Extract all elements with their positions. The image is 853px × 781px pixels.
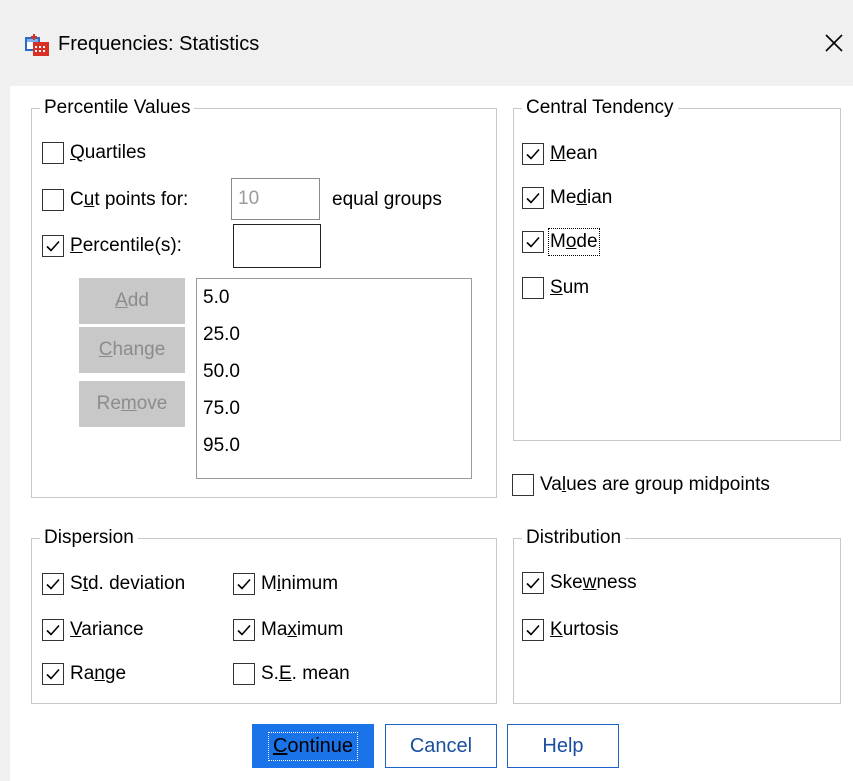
checkmark-icon [46, 240, 60, 252]
mean-checkbox[interactable] [522, 143, 544, 165]
group-midpoints-option[interactable]: Values are group midpoints [512, 473, 770, 497]
skewness-option[interactable]: Skewness [522, 571, 637, 595]
sum-label: Sum [550, 277, 590, 298]
percentiles-checkbox[interactable] [42, 235, 64, 257]
std-deviation-checkbox[interactable] [42, 573, 64, 595]
group-midpoints-checkbox[interactable] [512, 474, 534, 496]
cancel-button[interactable]: Cancel [385, 724, 497, 768]
maximum-option[interactable]: Maximum [233, 618, 343, 642]
kurtosis-option[interactable]: Kurtosis [522, 618, 619, 642]
mode-checkbox[interactable] [522, 231, 544, 253]
mode-option[interactable]: Mode [522, 228, 600, 256]
change-button[interactable]: Change [79, 327, 185, 373]
percentile-list[interactable]: 5.0 25.0 50.0 75.0 95.0 [196, 278, 472, 479]
group-midpoints-label: Values are group midpoints [540, 474, 770, 495]
maximum-checkbox[interactable] [233, 619, 255, 641]
minimum-checkbox[interactable] [233, 573, 255, 595]
std-deviation-option[interactable]: Std. deviation [42, 572, 185, 596]
se-mean-option[interactable]: S.E. mean [233, 662, 350, 686]
checkmark-icon [237, 578, 251, 590]
dialog-title: Frequencies: Statistics [58, 33, 260, 55]
minimum-option[interactable]: Minimum [233, 572, 338, 596]
checkmark-icon [46, 578, 60, 590]
se-mean-label: S.E. mean [261, 663, 350, 684]
dialog-content: Percentile Values Quartiles Cut points f… [10, 86, 853, 781]
range-option[interactable]: Range [42, 662, 126, 686]
range-checkbox[interactable] [42, 663, 64, 685]
cut-points-label: Cut points for: [70, 189, 189, 210]
list-item[interactable]: 50.0 [203, 360, 240, 384]
quartiles-checkbox[interactable] [42, 142, 64, 164]
checkmark-icon [526, 236, 540, 248]
quartiles-label: Quartiles [70, 142, 147, 163]
quartiles-option[interactable]: Quartiles [42, 141, 146, 165]
cut-points-value: 10 [238, 188, 260, 209]
range-label: Range [70, 663, 127, 684]
cut-points-checkbox[interactable] [42, 189, 64, 211]
mean-label: Mean [550, 143, 598, 164]
std-deviation-label: Std. deviation [70, 573, 186, 594]
frequencies-statistics-dialog: Frequencies: Statistics Percentile Value… [0, 0, 853, 781]
mode-label: Mode [548, 228, 600, 256]
list-item[interactable]: 75.0 [203, 397, 240, 421]
checkmark-icon [46, 668, 60, 680]
continue-button[interactable]: Continue [252, 724, 374, 768]
skewness-checkbox[interactable] [522, 572, 544, 594]
sum-option[interactable]: Sum [522, 276, 589, 300]
se-mean-checkbox[interactable] [233, 663, 255, 685]
median-checkbox[interactable] [522, 187, 544, 209]
close-icon[interactable] [822, 31, 846, 55]
kurtosis-checkbox[interactable] [522, 619, 544, 641]
skewness-label: Skewness [550, 572, 637, 593]
list-item[interactable]: 95.0 [203, 434, 240, 458]
checkmark-icon [526, 624, 540, 636]
distribution-legend: Distribution [522, 525, 626, 551]
kurtosis-label: Kurtosis [550, 619, 619, 640]
percentiles-label: Percentile(s): [70, 235, 182, 256]
checkmark-icon [526, 192, 540, 204]
minimum-label: Minimum [261, 573, 339, 594]
variance-checkbox[interactable] [42, 619, 64, 641]
list-item[interactable]: 25.0 [203, 323, 240, 347]
percentile-input[interactable] [233, 224, 321, 268]
percentiles-option[interactable]: Percentile(s): [42, 234, 182, 258]
title-bar: Frequencies: Statistics [0, 0, 853, 86]
checkmark-icon [237, 624, 251, 636]
equal-groups-label: equal groups [332, 189, 442, 210]
sum-checkbox[interactable] [522, 277, 544, 299]
variance-label: Variance [70, 619, 144, 640]
checkmark-icon [526, 577, 540, 589]
dispersion-legend: Dispersion [40, 525, 138, 551]
cut-points-input[interactable]: 10 [231, 178, 320, 220]
list-item[interactable]: 5.0 [203, 286, 229, 310]
central-tendency-legend: Central Tendency [522, 95, 678, 121]
maximum-label: Maximum [261, 619, 344, 640]
checkmark-icon [46, 624, 60, 636]
mean-option[interactable]: Mean [522, 142, 598, 166]
remove-button[interactable]: Remove [79, 381, 185, 427]
median-label: Median [550, 187, 613, 208]
help-button[interactable]: Help [507, 724, 619, 768]
checkmark-icon [526, 148, 540, 160]
cut-points-option[interactable]: Cut points for: [42, 188, 188, 212]
percentile-values-legend: Percentile Values [40, 95, 195, 121]
frequencies-app-icon [25, 34, 49, 56]
add-button[interactable]: Add [79, 278, 185, 324]
median-option[interactable]: Median [522, 186, 612, 210]
variance-option[interactable]: Variance [42, 618, 144, 642]
